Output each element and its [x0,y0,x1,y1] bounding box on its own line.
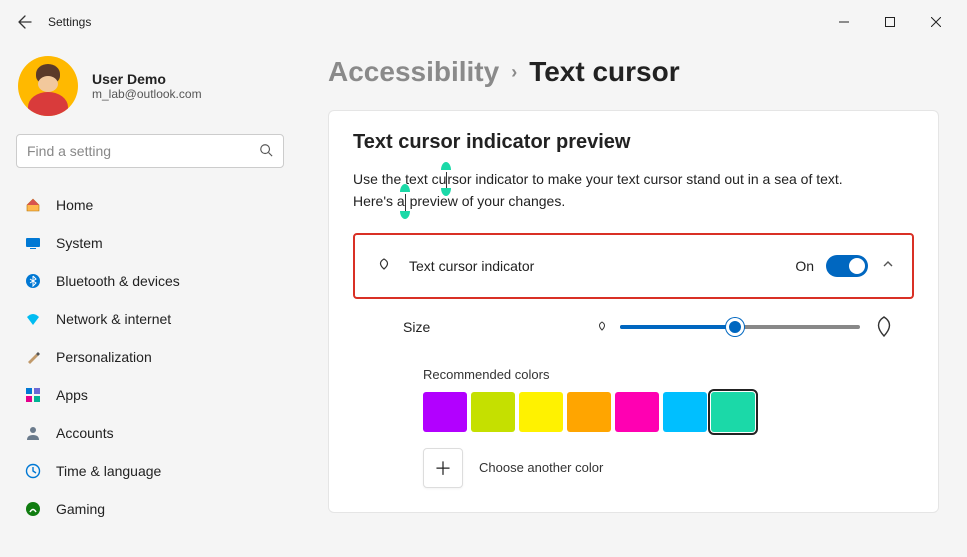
sidebar-item-label: Bluetooth & devices [56,273,180,289]
color-swatch[interactable] [663,392,707,432]
sidebar-item-label: Time & language [56,463,161,479]
size-label: Size [403,319,430,335]
sidebar-item-personalization[interactable]: Personalization [16,338,284,376]
search-icon [259,143,273,160]
sidebar-item-label: System [56,235,103,251]
color-swatch[interactable] [423,392,467,432]
size-max-icon [872,316,896,338]
indicator-label: Text cursor indicator [409,258,534,274]
colors-heading: Recommended colors [423,367,896,382]
indicator-row-highlight: Text cursor indicator On [353,233,914,299]
time-language-icon [24,462,42,480]
color-swatch[interactable] [711,392,755,432]
sidebar-item-gaming[interactable]: Gaming [16,490,284,528]
toggle-state-label: On [795,258,814,274]
cursor-indicator-demo [405,190,406,212]
search-input[interactable] [27,143,259,159]
size-slider[interactable] [620,325,860,329]
arrow-left-icon [17,14,33,30]
color-swatch[interactable] [471,392,515,432]
sidebar-item-home[interactable]: Home [16,186,284,224]
slider-thumb[interactable] [726,318,744,336]
breadcrumb: Accessibility › Text cursor [328,56,939,88]
network-icon [24,310,42,328]
user-name: User Demo [92,71,202,87]
sidebar-item-network[interactable]: Network & internet [16,300,284,338]
sidebar-item-label: Gaming [56,501,105,517]
text-cursor-indicator-row[interactable]: Text cursor indicator On [355,235,912,297]
user-email: m_lab@outlook.com [92,87,202,101]
cursor-indicator-icon [373,257,395,275]
color-swatch[interactable] [519,392,563,432]
bluetooth-icon [24,272,42,290]
indicator-toggle[interactable] [826,255,868,277]
cursor-indicator-demo [446,168,447,190]
accounts-icon [24,424,42,442]
minimize-icon [839,17,849,27]
search-box[interactable] [16,134,284,168]
size-row: Size [353,299,914,355]
sidebar: User Demo m_lab@outlook.com Home System … [0,44,300,557]
preview-text: Use the text cursor indicator to make yo… [353,168,873,213]
main-content: Accessibility › Text cursor Text cursor … [300,44,967,557]
nav-list: Home System Bluetooth & devices Network … [16,186,284,528]
sidebar-item-label: Network & internet [56,311,171,327]
colors-section: Recommended colors ＋ Choose another colo… [353,355,914,488]
close-icon [931,17,941,27]
sidebar-item-label: Apps [56,387,88,403]
avatar [18,56,78,116]
size-min-icon [596,321,608,333]
sidebar-item-label: Personalization [56,349,152,365]
back-button[interactable] [8,5,42,39]
apps-icon [24,386,42,404]
plus-icon: ＋ [434,455,452,481]
close-button[interactable] [913,6,959,38]
chevron-up-icon[interactable] [882,257,894,275]
color-swatch[interactable] [615,392,659,432]
maximize-button[interactable] [867,6,913,38]
window-title: Settings [48,15,91,29]
sidebar-item-accounts[interactable]: Accounts [16,414,284,452]
system-icon [24,234,42,252]
choose-color-button[interactable]: ＋ [423,448,463,488]
chevron-right-icon: › [511,62,517,83]
home-icon [24,196,42,214]
color-swatch[interactable] [567,392,611,432]
sidebar-item-time-language[interactable]: Time & language [16,452,284,490]
sidebar-item-apps[interactable]: Apps [16,376,284,414]
settings-card: Text cursor indicator preview Use the te… [328,110,939,513]
personalization-icon [24,348,42,366]
sidebar-item-bluetooth[interactable]: Bluetooth & devices [16,262,284,300]
choose-color-label: Choose another color [479,460,603,475]
breadcrumb-parent[interactable]: Accessibility [328,56,499,88]
sidebar-item-label: Accounts [56,425,114,441]
gaming-icon [24,500,42,518]
preview-heading: Text cursor indicator preview [353,131,914,154]
slider-fill [620,325,735,329]
minimize-button[interactable] [821,6,867,38]
sidebar-item-system[interactable]: System [16,224,284,262]
maximize-icon [885,17,895,27]
user-card[interactable]: User Demo m_lab@outlook.com [18,56,284,116]
page-title: Text cursor [529,56,679,88]
sidebar-item-label: Home [56,197,93,213]
color-swatches [423,392,896,432]
